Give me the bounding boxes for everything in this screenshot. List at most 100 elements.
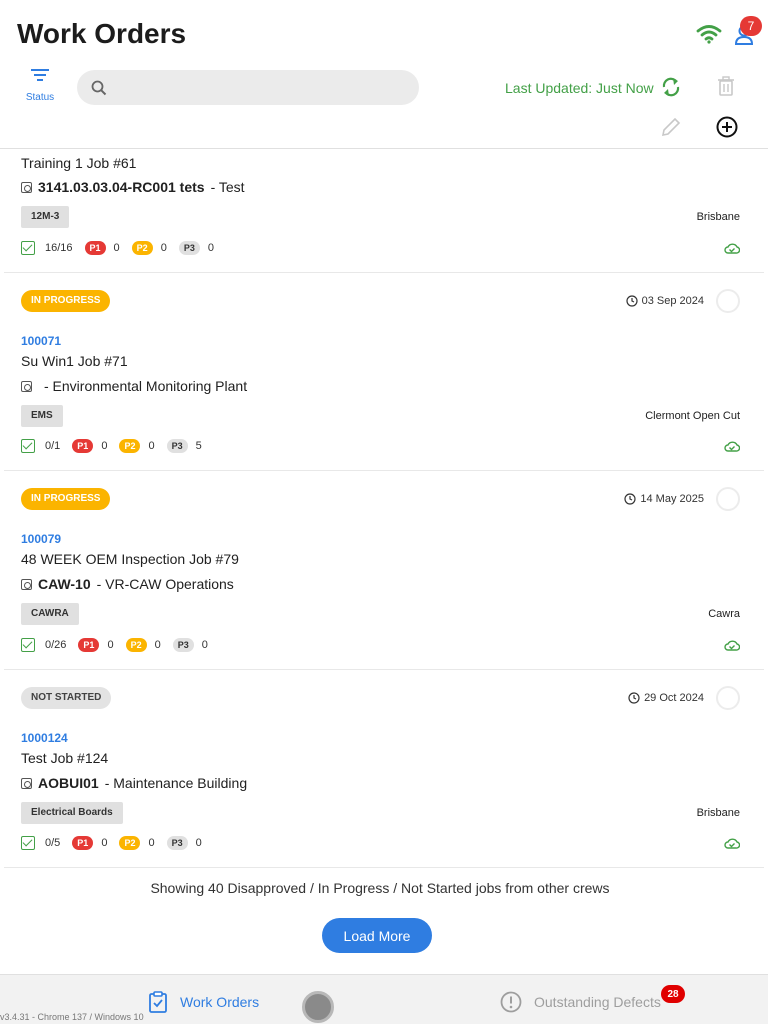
checklist-icon xyxy=(21,638,35,652)
asset-row: 3141.03.03.04-RC001 tets - Test xyxy=(21,179,245,195)
asset-tag: CAWRA xyxy=(21,603,79,625)
asset-description: - Environmental Monitoring Plant xyxy=(44,378,248,394)
floating-action-dot[interactable] xyxy=(302,991,334,1023)
p3-count: 0 xyxy=(207,242,214,254)
p3-badge: P3 xyxy=(166,439,188,453)
job-title: 48 WEEK OEM Inspection Job #79 xyxy=(21,551,239,567)
status-badge: IN PROGRESS xyxy=(21,290,111,312)
p2-badge: P2 xyxy=(125,638,147,652)
work-order-number[interactable]: 100079 xyxy=(21,532,61,546)
delete-icon[interactable] xyxy=(717,76,735,96)
p3-count: 0 xyxy=(195,837,202,849)
checklist-icon xyxy=(21,439,35,453)
work-order-card[interactable]: IN PROGRESS 100079 48 WEEK OEM Inspectio… xyxy=(4,471,764,670)
task-progress: 0/1 xyxy=(45,440,61,452)
p1-badge: P1 xyxy=(84,241,106,255)
p1-count: 0 xyxy=(113,242,120,254)
cloud-synced-icon xyxy=(724,640,740,651)
nav-work-orders-label: Work Orders xyxy=(180,994,260,1010)
asset-icon xyxy=(21,578,32,590)
site-name: Brisbane xyxy=(696,807,740,819)
select-checkbox[interactable] xyxy=(716,686,740,710)
due-date-text: 03 Sep 2024 xyxy=(641,295,704,307)
asset-icon xyxy=(21,380,32,392)
asset-row: AOBUI01 - Maintenance Building xyxy=(21,775,247,791)
due-date: 14 May 2025 xyxy=(624,493,704,505)
status-badge: NOT STARTED xyxy=(21,687,112,709)
task-progress: 0/26 xyxy=(45,639,67,651)
due-date-text: 14 May 2025 xyxy=(640,493,704,505)
asset-tag: Electrical Boards xyxy=(21,802,123,824)
work-order-number[interactable]: 1000124 xyxy=(21,731,68,745)
p3-badge: P3 xyxy=(178,241,200,255)
version-text: v3.4.31 - Chrome 137 / Windows 10 xyxy=(0,1012,144,1022)
defects-count-badge: 28 xyxy=(661,985,685,1003)
asset-row: CAW-10 - VR-CAW Operations xyxy=(21,576,234,592)
asset-icon xyxy=(21,777,32,789)
p2-badge: P2 xyxy=(119,439,141,453)
task-progress: 0/5 xyxy=(45,837,61,849)
app-root: Work Orders 7 Status Last Updated: Just … xyxy=(0,0,768,1024)
load-more-button[interactable]: Load More xyxy=(322,918,432,953)
p1-count: 0 xyxy=(107,639,114,651)
search-icon xyxy=(91,80,107,95)
checklist-icon xyxy=(21,241,35,255)
alert-circle-icon xyxy=(500,991,522,1013)
work-order-card[interactable]: NOT STARTED 1000124 Test Job #124 AOBUI0… xyxy=(4,670,764,868)
asset-row: - Environmental Monitoring Plant xyxy=(21,378,247,394)
search-bar[interactable] xyxy=(77,70,419,105)
work-order-card[interactable]: IN PROGRESS 100071 Su Win1 Job #71 - Env… xyxy=(4,273,764,471)
clock-icon xyxy=(626,295,638,307)
job-title: Test Job #124 xyxy=(21,750,109,766)
p2-badge: P2 xyxy=(131,241,153,255)
site-name: Clermont Open Cut xyxy=(645,410,740,422)
checklist-icon xyxy=(21,836,35,850)
p3-badge: P3 xyxy=(172,638,194,652)
p1-badge: P1 xyxy=(72,439,94,453)
asset-icon xyxy=(21,181,32,193)
clock-icon xyxy=(628,692,640,704)
work-order-number[interactable]: 100071 xyxy=(21,334,61,348)
due-date: 29 Oct 2024 xyxy=(628,692,704,704)
clipboard-check-icon xyxy=(149,991,167,1013)
p1-count: 0 xyxy=(101,837,108,849)
cloud-synced-icon xyxy=(724,243,740,254)
page-title: Work Orders xyxy=(17,18,187,49)
last-updated-text: Last Updated: Just Now xyxy=(505,80,654,96)
nav-outstanding-defects[interactable]: Outstanding Defects xyxy=(500,991,661,1013)
cloud-synced-icon xyxy=(724,441,740,452)
job-title: Su Win1 Job #71 xyxy=(21,353,128,369)
status-filter-button[interactable]: Status xyxy=(22,68,58,103)
edit-icon[interactable] xyxy=(660,116,682,138)
add-icon[interactable] xyxy=(715,115,739,139)
refresh-icon[interactable] xyxy=(660,76,682,98)
due-date-text: 29 Oct 2024 xyxy=(644,692,704,704)
search-input[interactable] xyxy=(115,79,405,96)
p3-count: 5 xyxy=(195,440,202,452)
work-order-card[interactable]: Training 1 Job #61 3141.03.03.04-RC001 t… xyxy=(4,149,764,273)
task-stats: 0/1 P1 0 P2 0 P3 5 xyxy=(21,439,202,453)
select-checkbox[interactable] xyxy=(716,487,740,511)
nav-work-orders[interactable]: Work Orders xyxy=(148,991,259,1013)
task-stats: 0/26 P1 0 P2 0 P3 0 xyxy=(21,638,208,652)
job-title: Training 1 Job #61 xyxy=(21,155,137,171)
task-stats: 16/16 P1 0 P2 0 P3 0 xyxy=(21,241,214,255)
asset-code: AOBUI01 xyxy=(38,775,99,791)
clock-icon xyxy=(624,493,636,505)
p2-count: 0 xyxy=(160,242,167,254)
asset-code: 3141.03.03.04-RC001 tets xyxy=(38,179,205,195)
asset-description: - Test xyxy=(210,179,245,195)
task-progress: 16/16 xyxy=(45,242,73,254)
select-checkbox[interactable] xyxy=(716,289,740,313)
cloud-synced-icon xyxy=(724,838,740,849)
site-name: Cawra xyxy=(708,608,740,620)
p2-count: 0 xyxy=(148,837,155,849)
wifi-icon xyxy=(696,25,722,44)
filter-label: Status xyxy=(25,92,55,103)
asset-description: - VR-CAW Operations xyxy=(96,576,234,592)
task-stats: 0/5 P1 0 P2 0 P3 0 xyxy=(21,836,202,850)
p1-badge: P1 xyxy=(72,836,94,850)
p2-badge: P2 xyxy=(119,836,141,850)
asset-code: CAW-10 xyxy=(38,576,91,592)
p2-count: 0 xyxy=(148,440,155,452)
